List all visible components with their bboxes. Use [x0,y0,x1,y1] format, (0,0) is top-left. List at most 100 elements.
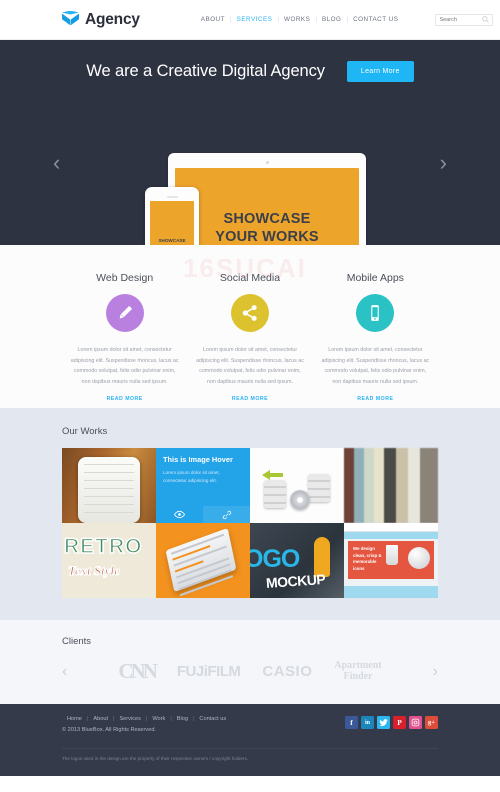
sphere-icon [408,547,430,569]
hover-heading: This is Image Hover [163,455,233,464]
browser-bar [344,523,438,532]
service-card-social-media: Social Media Lorem ipsum dolor sit amet,… [187,272,312,402]
main-nav: ABOUT | SERVICES | WORKS | BLOG | CONTAC… [196,16,404,23]
social-links: f in P g+ [345,716,438,729]
work-tile-retro-text-style[interactable]: RETRO Text Style [62,523,156,598]
hover-action-bar [156,506,250,523]
hover-text: Lorem ipsum dolor sit amet, consectetur … [163,470,220,484]
disc-icon [290,490,310,510]
clients-title: Clients [62,636,92,647]
paintbrush-icon [105,294,144,332]
nav-item-blog[interactable]: BLOG [317,16,347,23]
work-tile-logo-mockup[interactable]: OGO MOCKUP [250,523,344,598]
eye-icon[interactable] [156,506,203,523]
service-title: Web Design [96,272,154,284]
footer-link-about[interactable]: About [88,716,113,722]
instagram-icon[interactable] [409,716,422,729]
footer-link-contact-us[interactable]: Contact us [194,716,231,722]
service-description: Lorem ipsum dolor sit amet, consectetur … [70,347,179,385]
apartment-finder-line2: Finder [343,670,373,682]
nav-item-services[interactable]: SERVICES [232,16,278,23]
tablet-mockup-icon [165,527,237,597]
search-box[interactable] [435,13,494,26]
laptop-screen-line2: YOUR WORKS [215,229,319,245]
device-mockups: SHOWCASE YOUR WORKS SHOWCASE YOUR WORKS [0,98,500,245]
twitter-icon[interactable] [377,716,390,729]
database-icon [264,480,286,508]
footer-left: Home | About | Services | Work | Blog | … [62,716,231,733]
footer-nav: Home | About | Services | Work | Blog | … [62,716,231,722]
learn-more-button[interactable]: Learn More [346,61,414,82]
footer-link-blog[interactable]: Blog [172,716,193,722]
footer-note: The logos used in the design are the pro… [62,756,249,761]
service-description: Lorem ipsum dolor sit amet, consectetur … [321,347,430,385]
link-icon[interactable] [203,506,250,523]
service-card-mobile-apps: Mobile Apps Lorem ipsum dolor sit amet, … [313,272,438,402]
footer-link-home[interactable]: Home [62,716,87,722]
apartment-finder-logo: Apartment Finder [334,660,382,682]
footer-divider [62,748,438,749]
nav-item-about[interactable]: ABOUT [196,16,230,23]
retro-line2: Text Style [68,563,121,579]
facebook-icon[interactable]: f [345,716,358,729]
laptop-screen: SHOWCASE YOUR WORKS [175,168,359,245]
service-title: Mobile Apps [346,272,404,284]
phone-speaker [166,196,178,198]
search-input[interactable] [439,16,480,23]
client-logo-list: CNN FUJiFILM CASIO Apartment Finder [67,659,432,684]
linkedin-icon[interactable]: in [361,716,374,729]
nav-item-works[interactable]: WORKS [279,16,315,23]
work-tile-notepad-app-icon[interactable] [62,448,156,523]
work-tile-color-stripes[interactable] [344,448,438,523]
laptop-camera-icon [265,161,269,164]
nav-item-contact-us[interactable]: CONTACT US [348,16,403,23]
database-icon [308,474,330,502]
clients-next-arrow[interactable]: › [433,663,438,681]
googleplus-icon[interactable]: g+ [425,716,438,729]
works-section: Our Works This is Image Hover Lorem ipsu… [0,408,500,620]
works-grid: This is Image Hover Lorem ipsum dolor si… [62,448,438,598]
retro-line1: RETRO [63,534,143,559]
hero-title: We are a Creative Digital Agency [86,62,325,80]
share-icon [230,294,269,332]
service-title: Social Media [219,272,281,284]
agency-landing-page: Agency ABOUT | SERVICES | WORKS | BLOG |… [0,0,500,792]
notepad-icon [78,457,140,523]
site-header: Agency ABOUT | SERVICES | WORKS | BLOG |… [0,0,500,40]
fujifilm-logo: FUJiFILM [176,663,241,680]
services-section: 16SUCAI Web Design Lorem ipsum dolor sit… [0,245,500,408]
smartphone-icon [356,294,395,332]
work-tile-icon-website-design[interactable]: We design clean, crisp & memorable icons [344,523,438,598]
pinterest-icon[interactable]: P [393,716,406,729]
site-footer-strip [344,586,438,598]
footer-link-services[interactable]: Services [114,716,145,722]
hero-section: We are a Creative Digital Agency Learn M… [0,40,500,245]
logo[interactable]: Agency [62,10,140,29]
clients-section: Clients ‹ CNN FUJiFILM CASIO Apartment F… [0,620,500,704]
promo-text: We design clean, crisp & memorable icons [353,546,382,571]
laptop-screen-line1: SHOWCASE [223,210,311,227]
search-icon[interactable] [482,16,490,23]
work-tile-database-disc-icons[interactable] [250,448,344,523]
phone-mockup: SHOWCASE YOUR WORKS [145,187,199,245]
logo-line2: MOCKUP [265,570,326,592]
phone-screen: SHOWCASE YOUR WORKS [150,201,194,245]
cnn-logo: CNN [118,659,157,683]
phone-screen-line1: SHOWCASE [158,238,186,244]
service-description: Lorem ipsum dolor sit amet, consectetur … [196,347,304,385]
coffee-cup-icon [386,545,398,565]
copyright-text: © 2013 BlueBox. All Rights Reserved. [62,727,156,733]
logo-line1: OGO [250,545,300,573]
cube-icon [62,10,79,29]
work-tile-device-mockup[interactable] [156,523,250,598]
read-more-link[interactable]: READ MORE [232,396,268,402]
read-more-link[interactable]: READ MORE [357,396,393,402]
logo-text: Agency [85,10,140,28]
work-tile-image-hover[interactable]: This is Image Hover Lorem ipsum dolor si… [156,448,250,523]
site-footer: Home | About | Services | Work | Blog | … [0,704,500,776]
apartment-finder-line1: Apartment [334,660,382,671]
works-title: Our Works [62,426,108,437]
arrow-tail-icon [269,473,283,477]
read-more-link[interactable]: READ MORE [107,396,143,402]
footer-link-work[interactable]: Work [147,716,170,722]
